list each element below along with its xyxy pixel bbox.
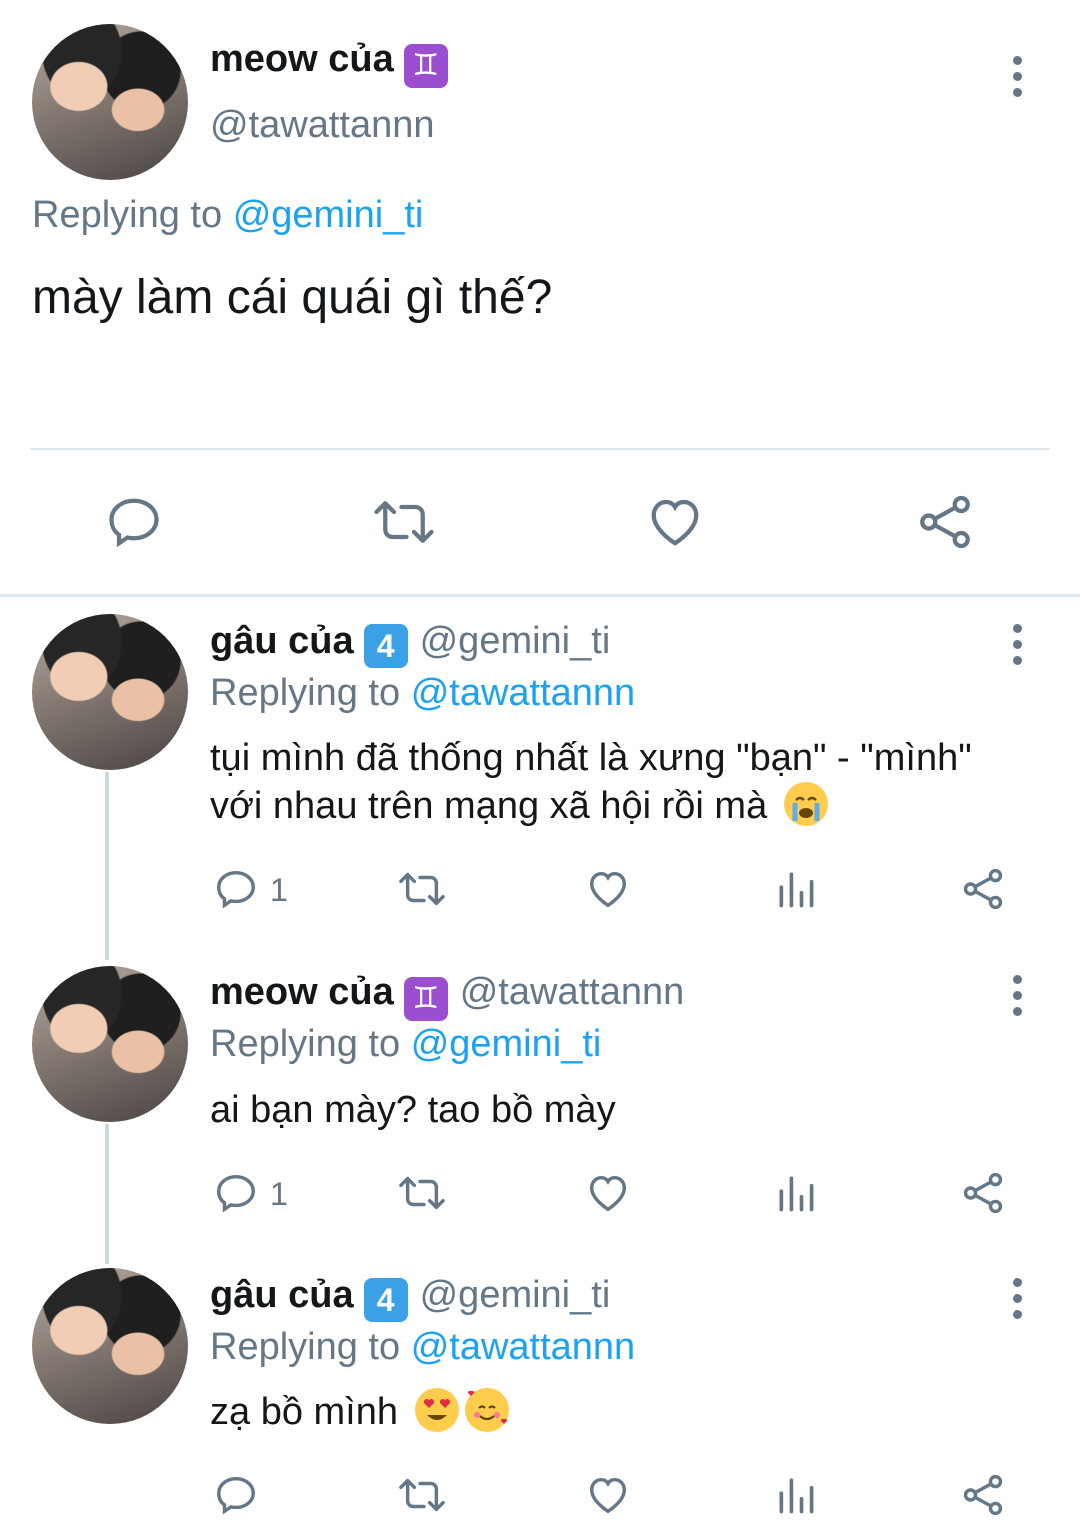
replying-to: Replying to @gemini_ti (32, 194, 423, 237)
replying-to-label: Replying to (210, 672, 401, 714)
share-icon[interactable] (960, 1472, 1006, 1518)
reply-icon[interactable] (213, 1170, 259, 1216)
smiling-hearts-emoji-icon (464, 1388, 509, 1432)
tweet-text: zạ bồ mình (210, 1388, 509, 1436)
retweet-icon[interactable] (396, 866, 448, 912)
keycap-four-icon: 4 (363, 1278, 408, 1322)
heart-eyes-emoji-icon (414, 1388, 459, 1432)
avatar[interactable] (32, 24, 188, 180)
analytics-icon[interactable] (774, 1472, 818, 1518)
reply-icon[interactable] (213, 866, 259, 912)
replying-to-label: Replying to (32, 194, 223, 236)
replying-to: Replying to @tawattannn (210, 672, 635, 715)
tweet-text-line-content: với nhau trên mạng xã hội rồi mà (210, 785, 768, 827)
retweet-icon[interactable] (370, 492, 438, 552)
retweet-icon[interactable] (396, 1170, 448, 1216)
display-name[interactable]: gâu của 4 @gemini_ti (210, 620, 610, 668)
user-handle[interactable]: @tawattannn (460, 971, 685, 1013)
share-icon[interactable] (960, 1170, 1006, 1216)
analytics-icon[interactable] (774, 866, 818, 912)
more-icon[interactable] (1010, 975, 1024, 1023)
keycap-four-icon: 4 (363, 624, 408, 668)
avatar[interactable] (32, 614, 188, 770)
like-icon[interactable] (645, 492, 705, 552)
tweet-text: ai bạn mày? tao bồ mày (210, 1089, 616, 1131)
tweet-text-line: với nhau trên mạng xã hội rồi mà (210, 782, 1050, 830)
more-icon[interactable] (1010, 624, 1024, 672)
display-name-text: meow của (210, 971, 394, 1013)
reply-count: 1 (270, 872, 288, 908)
more-icon[interactable] (1010, 56, 1024, 104)
display-name-text: meow của (210, 38, 394, 80)
reply-count: 1 (270, 1176, 288, 1212)
reply-icon[interactable] (213, 1472, 259, 1518)
user-handle[interactable]: @gemini_ti (420, 1274, 611, 1316)
gemini-badge-icon: ♊ (403, 44, 448, 88)
tweet-text-line: tụi mình đã thống nhất là xưng "bạn" - "… (210, 737, 972, 779)
display-name[interactable]: meow của ♊ (210, 38, 448, 88)
tweet-text: mày làm cái quái gì thế? (32, 271, 553, 324)
more-icon[interactable] (1010, 1278, 1024, 1326)
reply-icon[interactable] (104, 492, 164, 552)
gemini-badge-icon: ♊ (403, 977, 448, 1021)
replying-to-mention[interactable]: @gemini_ti (233, 194, 424, 236)
thread-line (105, 1124, 109, 1264)
crying-emoji-icon (783, 782, 828, 826)
like-icon[interactable] (585, 866, 631, 912)
share-icon[interactable] (960, 866, 1006, 912)
display-name[interactable]: gâu của 4 @gemini_ti (210, 1274, 610, 1322)
like-icon[interactable] (585, 1472, 631, 1518)
user-handle[interactable]: @tawattannn (210, 104, 435, 147)
thread-line (105, 772, 109, 960)
divider (30, 448, 1050, 450)
replying-to: Replying to @gemini_ti (210, 1023, 601, 1066)
replying-to-label: Replying to (210, 1023, 401, 1065)
analytics-icon[interactable] (774, 1170, 818, 1216)
like-icon[interactable] (585, 1170, 631, 1216)
user-handle[interactable]: @gemini_ti (420, 620, 611, 662)
tweet-text-line-content: zạ bồ mình (210, 1391, 398, 1433)
retweet-icon[interactable] (396, 1472, 448, 1518)
section-divider (0, 594, 1080, 597)
share-icon[interactable] (915, 492, 975, 552)
replying-to-label: Replying to (210, 1326, 401, 1368)
replying-to: Replying to @tawattannn (210, 1326, 635, 1369)
display-name-text: gâu của (210, 620, 354, 662)
avatar[interactable] (32, 966, 188, 1122)
replying-to-mention[interactable]: @tawattannn (411, 1326, 636, 1368)
replying-to-mention[interactable]: @gemini_ti (411, 1023, 602, 1065)
replying-to-mention[interactable]: @tawattannn (411, 672, 636, 714)
avatar[interactable] (32, 1268, 188, 1424)
tweet-text: tụi mình đã thống nhất là xưng "bạn" - "… (210, 734, 1050, 830)
display-name-text: gâu của (210, 1274, 354, 1316)
display-name[interactable]: meow của ♊ @tawattannn (210, 971, 684, 1021)
